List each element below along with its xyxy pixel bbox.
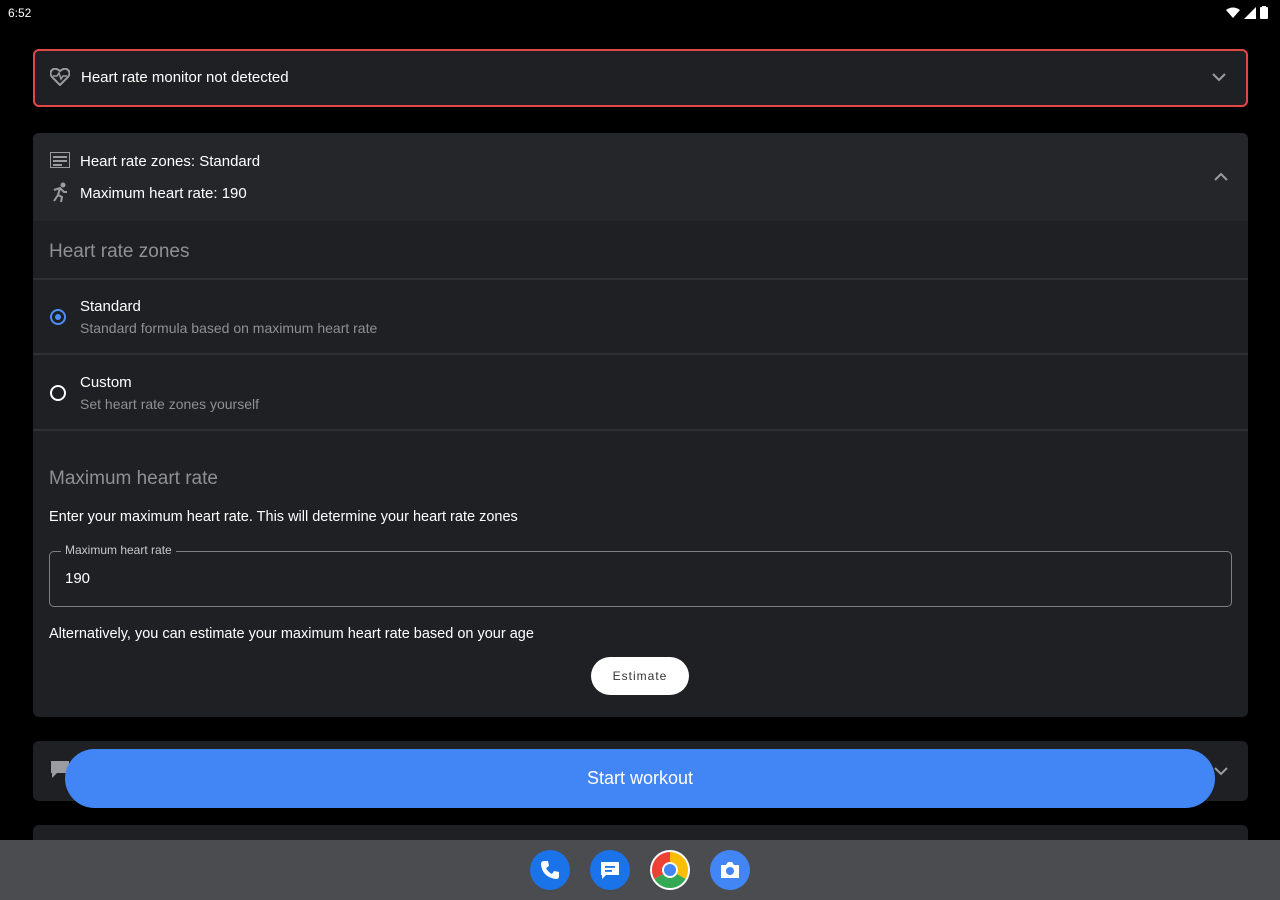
chevron-up-icon[interactable] — [1214, 172, 1228, 181]
option-subtitle: Set heart rate zones yourself — [80, 396, 259, 412]
zones-summary-text: Heart rate zones: Standard — [80, 153, 261, 170]
zones-section-title: Heart rate zones — [49, 241, 190, 262]
phone-icon[interactable] — [530, 850, 570, 890]
divider — [33, 429, 1248, 431]
zones-chart-icon — [50, 152, 70, 168]
chrome-icon[interactable] — [650, 850, 690, 890]
wifi-icon — [1226, 7, 1240, 18]
zone-option-custom[interactable]: Custom Set heart rate zones yourself — [33, 355, 1248, 429]
max-hr-section-title: Maximum heart rate — [49, 468, 218, 489]
app-dock — [0, 840, 1280, 900]
system-icons — [1226, 6, 1268, 19]
option-title: Standard — [80, 298, 141, 315]
option-title: Custom — [80, 374, 132, 391]
signal-icon — [1244, 6, 1256, 19]
zones-summary-header[interactable]: Heart rate zones: Standard Maximum heart… — [33, 133, 1248, 221]
status-time: 6:52 — [8, 6, 32, 20]
messages-icon[interactable] — [590, 850, 630, 890]
max-hr-input[interactable]: Maximum heart rate 190 — [49, 543, 1232, 607]
estimate-hint: Alternatively, you can estimate your max… — [49, 626, 534, 642]
radio-standard[interactable] — [50, 309, 66, 325]
hr-monitor-card[interactable]: Heart rate monitor not detected — [33, 49, 1248, 107]
max-hr-summary-text: Maximum heart rate: 190 — [80, 185, 247, 202]
zone-option-standard[interactable]: Standard Standard formula based on maxim… — [33, 280, 1248, 354]
max-hr-input-value[interactable]: 190 — [65, 570, 90, 587]
heart-broken-icon — [50, 68, 70, 86]
chevron-down-icon[interactable] — [1212, 73, 1226, 82]
max-hr-description: Enter your maximum heart rate. This will… — [49, 509, 518, 525]
start-workout-button[interactable]: Start workout — [65, 749, 1215, 808]
battery-icon — [1260, 6, 1268, 19]
chevron-down-icon[interactable] — [1214, 767, 1228, 776]
option-subtitle: Standard formula based on maximum heart … — [80, 320, 378, 336]
camera-icon[interactable] — [710, 850, 750, 890]
max-hr-input-label: Maximum heart rate — [61, 543, 176, 557]
estimate-button[interactable]: Estimate — [591, 657, 689, 695]
status-bar: 6:52 — [0, 0, 1280, 26]
hr-zones-card: Heart rate zones: Standard Maximum heart… — [33, 133, 1248, 717]
runner-icon — [53, 182, 67, 202]
hr-monitor-label: Heart rate monitor not detected — [81, 69, 289, 86]
radio-custom[interactable] — [50, 385, 66, 401]
